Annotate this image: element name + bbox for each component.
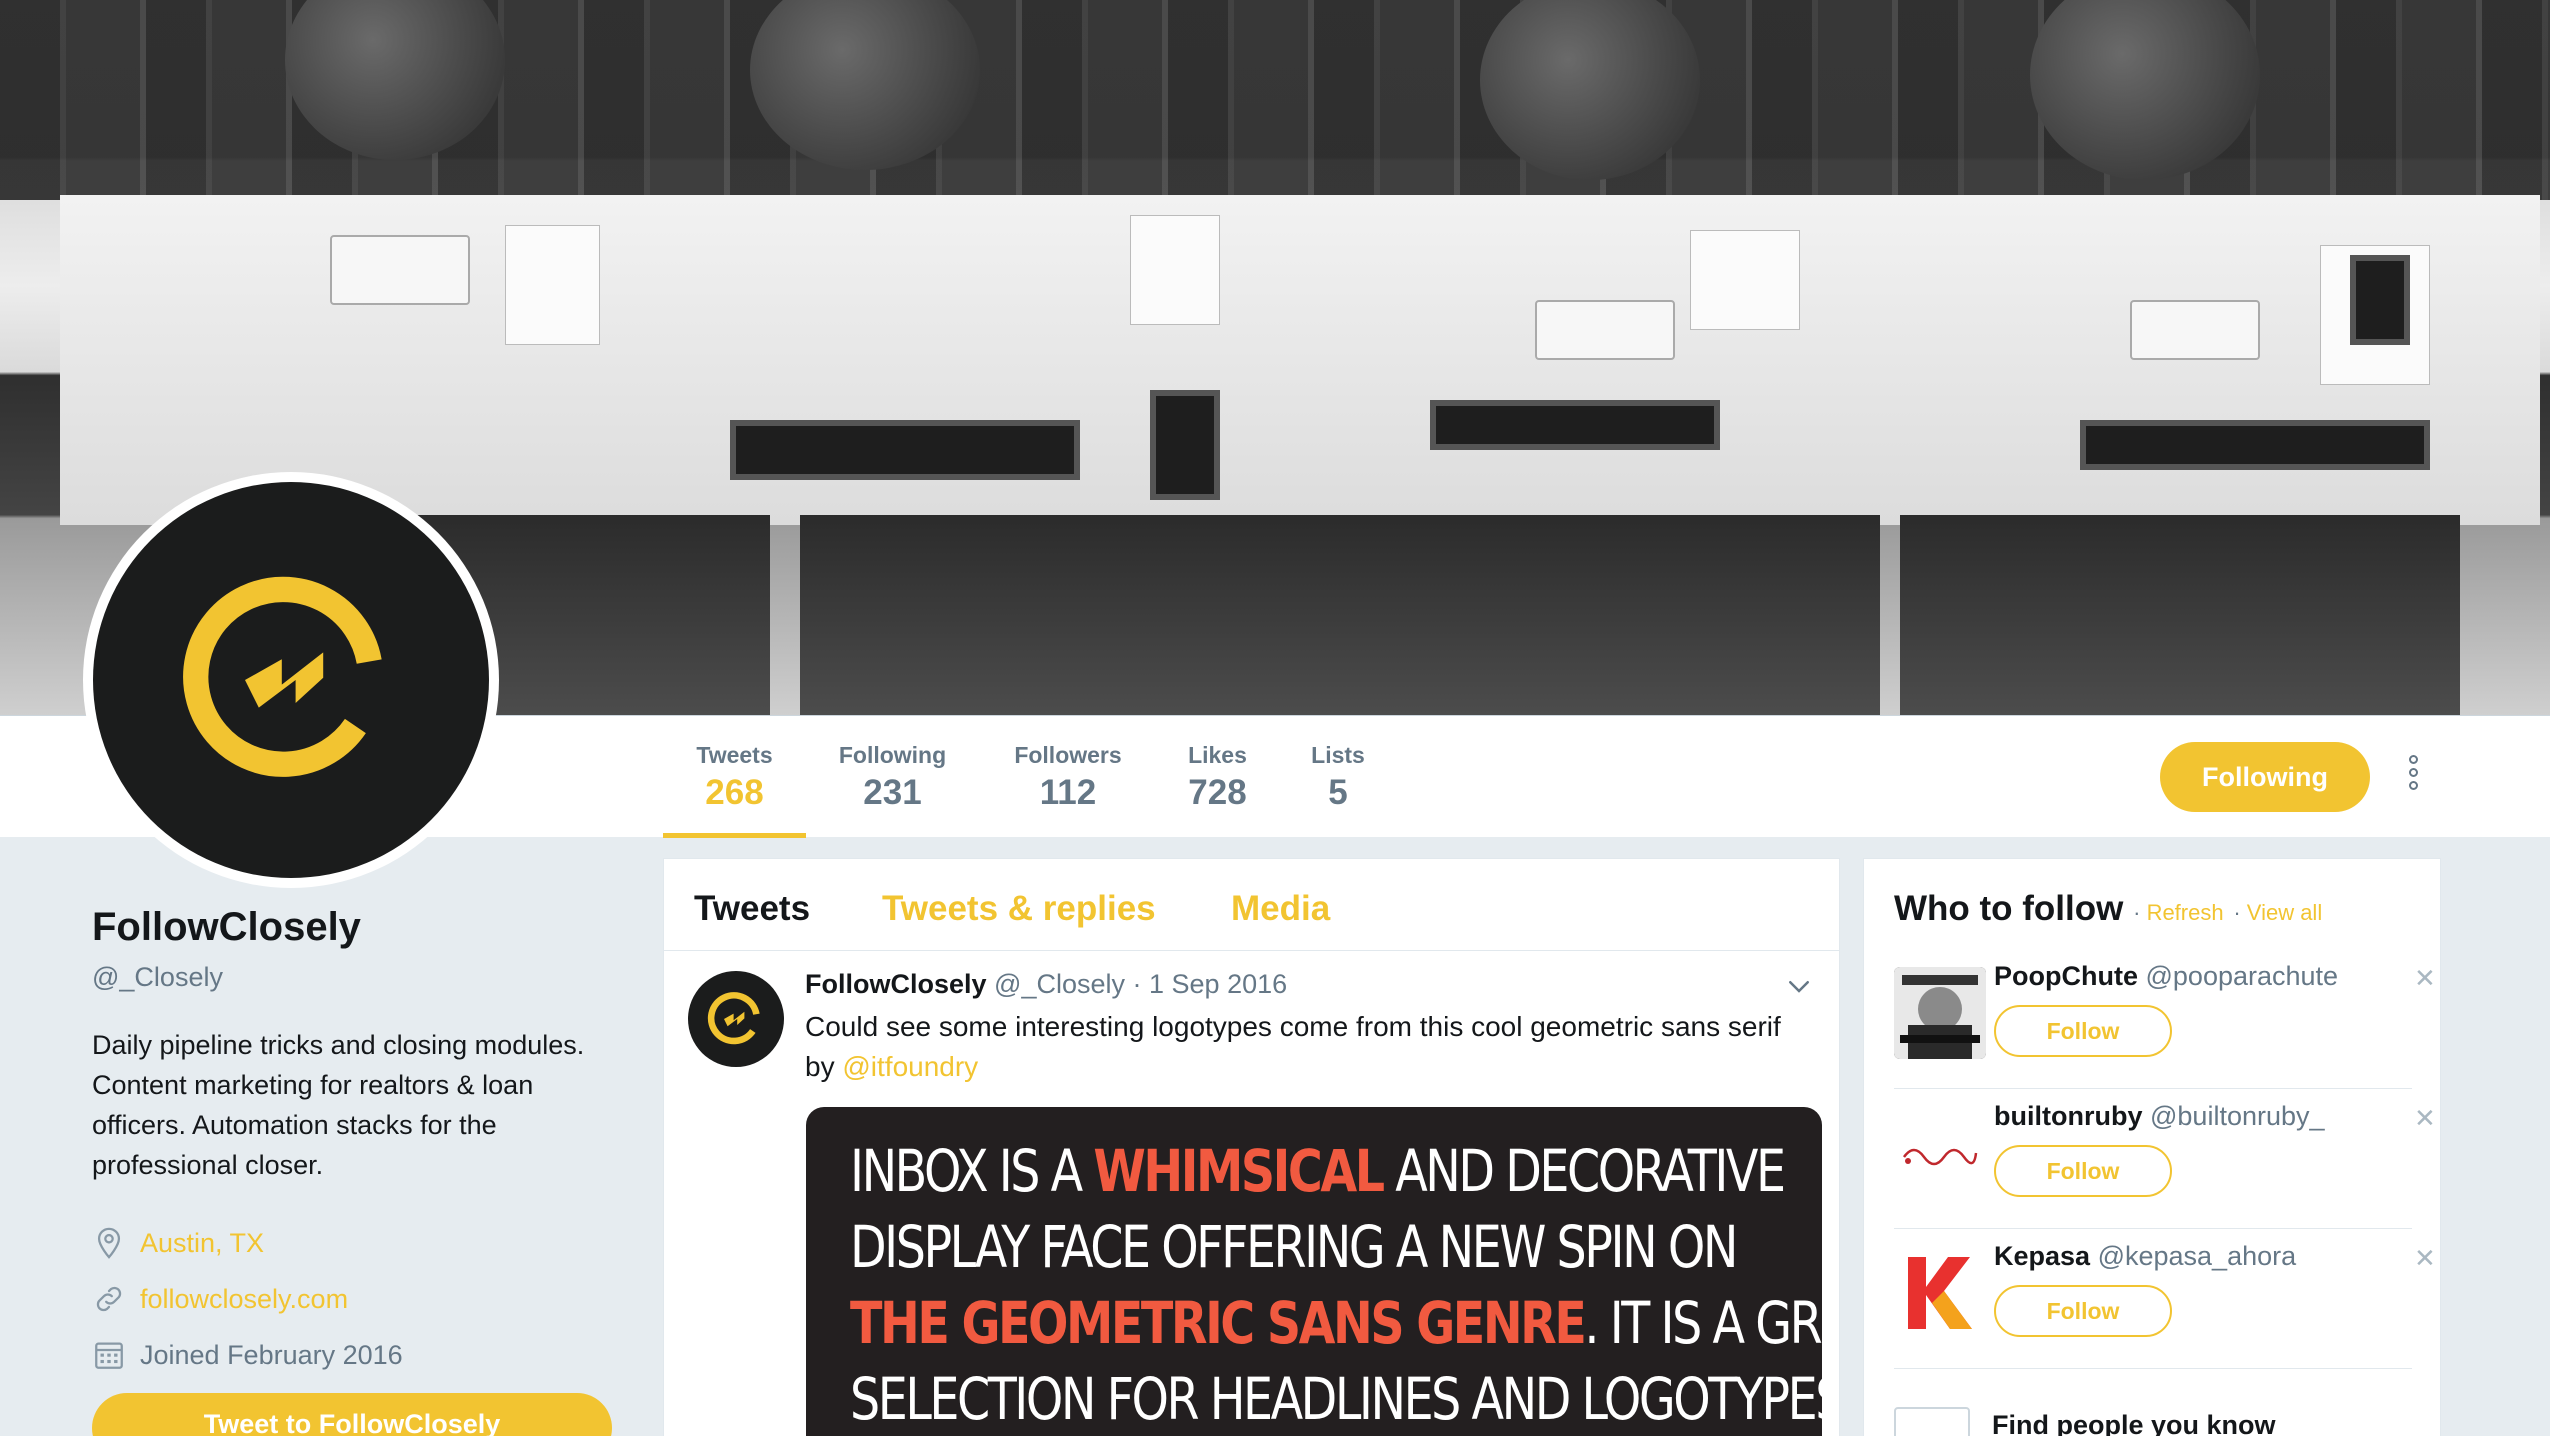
- suggestion-name[interactable]: PoopChute @pooparachute: [1994, 961, 2338, 992]
- location-text[interactable]: Austin, TX: [140, 1228, 264, 1259]
- stat-value: 5: [1328, 773, 1348, 812]
- tweet-to-button[interactable]: Tweet to FollowClosely: [92, 1393, 612, 1436]
- profile-avatar[interactable]: [83, 472, 499, 888]
- stat-label: Followers: [1014, 742, 1122, 768]
- stat-value: 231: [863, 773, 922, 812]
- tab-tweets[interactable]: Tweets: [694, 889, 810, 929]
- suggestion-name[interactable]: builtonruby @builtonruby_: [1994, 1101, 2325, 1132]
- stat-value: 268: [705, 773, 764, 812]
- find-people-link[interactable]: Find people you know: [1894, 1407, 2276, 1436]
- tab-tweets-replies[interactable]: Tweets & replies: [882, 889, 1156, 929]
- suggestion-avatar[interactable]: [1894, 1107, 1986, 1199]
- link-icon: [96, 1286, 122, 1312]
- mention-link[interactable]: @itfoundry: [842, 1051, 978, 1082]
- dismiss-icon[interactable]: ✕: [2414, 963, 2436, 994]
- media-line: SELECTION FOR HEADLINES AND LOGOTYPES: [850, 1365, 1822, 1433]
- follow-button[interactable]: Follow: [1994, 1145, 2172, 1197]
- followclosely-logo-icon: [183, 576, 382, 777]
- website-link[interactable]: followclosely.com: [140, 1284, 348, 1315]
- media-line: THE GEOMETRIC SANS GENRE. IT IS A GREAT: [850, 1289, 1822, 1357]
- location-pin-icon: [97, 1227, 121, 1259]
- dismiss-icon[interactable]: ✕: [2414, 1243, 2436, 1274]
- media-line: DISPLAY FACE OFFERING A NEW SPIN ON: [850, 1213, 1738, 1281]
- kepasa-logo-icon: [1894, 1247, 1986, 1339]
- chevron-down-icon[interactable]: [1784, 971, 1814, 1001]
- stat-likes[interactable]: Likes 728: [1170, 716, 1265, 838]
- suggestion-name[interactable]: Kepasa @kepasa_ahora: [1994, 1241, 2296, 1272]
- tweet-text: Could see some interesting logotypes com…: [805, 1007, 1805, 1087]
- panel-heading: Who to follow: [1894, 889, 2124, 928]
- calendar-icon: [95, 1342, 123, 1369]
- dismiss-icon[interactable]: ✕: [2414, 1103, 2436, 1134]
- stat-lists[interactable]: Lists 5: [1298, 716, 1378, 838]
- profile-location: Austin, TX: [92, 1215, 632, 1271]
- tab-media[interactable]: Media: [1231, 889, 1330, 929]
- stat-label: Likes: [1188, 742, 1247, 768]
- profile-bio: Daily pipeline tricks and closing module…: [92, 1030, 585, 1180]
- suggestion-builtonruby: builtonruby @builtonruby_ Follow ✕: [1894, 1089, 2436, 1229]
- stat-label: Following: [838, 742, 947, 768]
- profile-name[interactable]: FollowClosely: [92, 905, 632, 950]
- suggestion-kepasa: Kepasa @kepasa_ahora Follow ✕: [1894, 1229, 2436, 1369]
- stat-following[interactable]: Following 231: [820, 716, 965, 838]
- stat-value: 112: [1039, 773, 1097, 812]
- tweet-media-image[interactable]: INBOX IS A WHIMSICAL AND DECORATIVE DISP…: [806, 1107, 1822, 1436]
- suggestion-avatar[interactable]: [1894, 967, 1986, 1059]
- ruby-logo-icon: [1894, 1107, 1986, 1199]
- timeline-tabs: Tweets Tweets & replies Media: [664, 859, 1839, 951]
- stat-label: Tweets: [696, 742, 773, 768]
- refresh-link[interactable]: Refresh: [2147, 900, 2224, 925]
- profile-joined: Joined February 2016: [92, 1327, 632, 1383]
- stat-followers[interactable]: Followers 112: [998, 716, 1138, 838]
- find-people-label: Find people you know: [1992, 1410, 2276, 1436]
- joined-text: Joined February 2016: [140, 1339, 403, 1370]
- following-button[interactable]: Following: [2160, 742, 2370, 812]
- suggestion-poopchute: PoopChute @pooparachute Follow ✕: [1894, 949, 2436, 1089]
- tweet-author-handle[interactable]: @_Closely: [994, 969, 1125, 999]
- profile-website: followclosely.com: [92, 1271, 632, 1327]
- tweet-header: FollowClosely @_Closely · 1 Sep 2016: [805, 969, 1287, 1000]
- profile-handle[interactable]: @_Closely: [92, 962, 632, 993]
- stat-tweets[interactable]: Tweets 268: [663, 716, 806, 838]
- followclosely-logo-icon: [707, 992, 760, 1045]
- tweet-date[interactable]: · 1 Sep 2016: [1133, 969, 1288, 999]
- profile-meta: Austin, TX followclosely.com Joined Febr…: [92, 1215, 632, 1383]
- poster-avatar-icon: [1894, 967, 1986, 1059]
- more-options-icon[interactable]: [2400, 752, 2426, 802]
- stat-value: 728: [1188, 773, 1247, 812]
- stat-label: Lists: [1311, 742, 1365, 768]
- media-line: INBOX IS A WHIMSICAL AND DECORATIVE: [850, 1137, 1786, 1205]
- follow-button[interactable]: Follow: [1994, 1285, 2172, 1337]
- who-to-follow-panel: Who to follow · Refresh · View all PoopC…: [1863, 858, 2441, 1436]
- timeline: Tweets Tweets & replies Media FollowClos…: [663, 858, 1840, 1436]
- tweet-avatar[interactable]: [688, 971, 784, 1067]
- suggestion-avatar[interactable]: [1894, 1247, 1986, 1339]
- follow-button[interactable]: Follow: [1994, 1005, 2172, 1057]
- view-all-link[interactable]: View all: [2247, 900, 2322, 925]
- mail-icon: [1894, 1407, 1970, 1436]
- who-to-follow-title: Who to follow · Refresh · View all: [1894, 889, 2323, 928]
- tweet-author-name[interactable]: FollowClosely: [805, 969, 987, 999]
- profile-card: FollowClosely @_Closely Daily pipeline t…: [92, 905, 632, 1383]
